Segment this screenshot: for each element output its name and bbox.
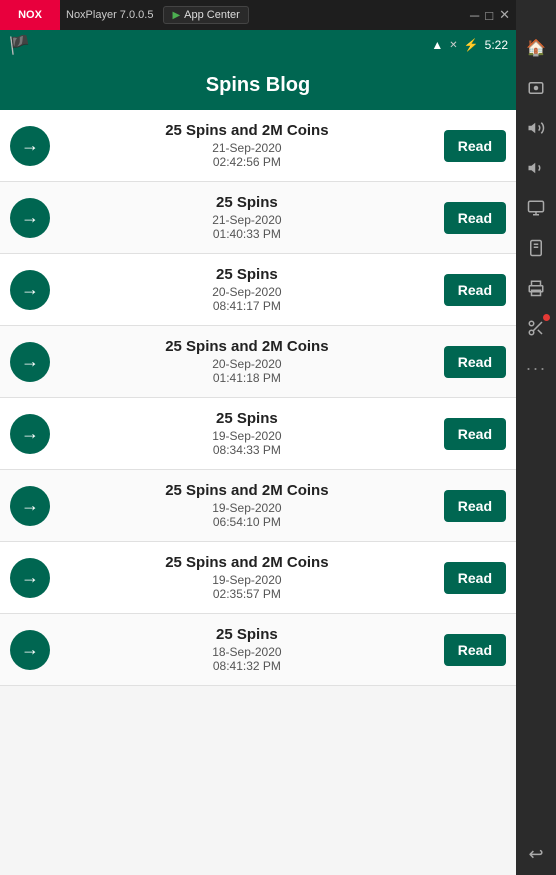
play-icon: ▶ (172, 10, 180, 21)
read-button[interactable]: Read (444, 418, 506, 450)
more-dots-icon[interactable]: ··· (518, 350, 554, 386)
blog-date: 19-Sep-2020 (60, 501, 434, 515)
blog-date: 20-Sep-2020 (60, 357, 434, 371)
data-icon: ✕ (449, 40, 457, 51)
minimize-button[interactable]: ─ (470, 8, 479, 23)
list-item: → 25 Spins 21-Sep-2020 01:40:33 PM Read (0, 182, 516, 254)
app-name: NoxPlayer 7.0.0.5 (66, 9, 153, 21)
home-icon[interactable]: 🏠 (518, 30, 554, 66)
list-item: → 25 Spins and 2M Coins 21-Sep-2020 02:4… (0, 110, 516, 182)
blog-title: 25 Spins (60, 194, 434, 211)
list-item: → 25 Spins and 2M Coins 19-Sep-2020 06:5… (0, 470, 516, 542)
blog-list: → 25 Spins and 2M Coins 21-Sep-2020 02:4… (0, 110, 516, 875)
blog-info: 25 Spins and 2M Coins 19-Sep-2020 06:54:… (60, 482, 434, 529)
list-item: → 25 Spins 20-Sep-2020 08:41:17 PM Read (0, 254, 516, 326)
read-button[interactable]: Read (444, 202, 506, 234)
emulator-status-bar: 🏴 ▲ ✕ ⚡ 5:22 (0, 30, 516, 60)
blog-title: 25 Spins and 2M Coins (60, 122, 434, 139)
list-item: → 25 Spins 18-Sep-2020 08:41:32 PM Read (0, 614, 516, 686)
battery-icon: ⚡ (464, 38, 479, 52)
blog-title: 25 Spins and 2M Coins (60, 554, 434, 571)
back-button[interactable]: ↩ (528, 844, 543, 865)
blog-date: 21-Sep-2020 (60, 213, 434, 227)
app-logo: 🏴 (8, 35, 30, 56)
appcenter-tab[interactable]: ▶ App Center (163, 6, 248, 24)
arrow-right-icon: → (21, 639, 39, 660)
read-button[interactable]: Read (444, 562, 506, 594)
blog-info: 25 Spins 18-Sep-2020 08:41:32 PM (60, 626, 434, 673)
volume-up-icon[interactable] (518, 110, 554, 146)
blog-date: 20-Sep-2020 (60, 285, 434, 299)
arrow-button[interactable]: → (10, 198, 50, 238)
apk-icon[interactable] (518, 230, 554, 266)
blog-info: 25 Spins 21-Sep-2020 01:40:33 PM (60, 194, 434, 241)
arrow-right-icon: → (21, 423, 39, 444)
close-button[interactable]: ✕ (499, 7, 510, 23)
read-button[interactable]: Read (444, 634, 506, 666)
arrow-button[interactable]: → (10, 342, 50, 382)
appcenter-label: App Center (184, 9, 240, 21)
blog-date: 19-Sep-2020 (60, 573, 434, 587)
blog-time: 01:41:18 PM (60, 371, 434, 385)
blog-info: 25 Spins and 2M Coins 20-Sep-2020 01:41:… (60, 338, 434, 385)
status-icons: ▲ ✕ ⚡ 5:22 (431, 38, 508, 52)
blog-info: 25 Spins 20-Sep-2020 08:41:17 PM (60, 266, 434, 313)
arrow-right-icon: → (21, 495, 39, 516)
blog-time: 08:41:17 PM (60, 299, 434, 313)
blog-time: 02:35:57 PM (60, 587, 434, 601)
list-item: → 25 Spins and 2M Coins 19-Sep-2020 02:3… (0, 542, 516, 614)
screenshot-icon[interactable] (518, 70, 554, 106)
blog-title: 25 Spins (60, 410, 434, 427)
blog-date: 21-Sep-2020 (60, 141, 434, 155)
arrow-right-icon: → (21, 207, 39, 228)
arrow-button[interactable]: → (10, 126, 50, 166)
read-button[interactable]: Read (444, 346, 506, 378)
blog-time: 08:34:33 PM (60, 443, 434, 457)
list-item: → 25 Spins 19-Sep-2020 08:34:33 PM Read (0, 398, 516, 470)
window-controls: ─ □ ✕ (470, 7, 516, 23)
blog-info: 25 Spins and 2M Coins 21-Sep-2020 02:42:… (60, 122, 434, 169)
blog-time: 01:40:33 PM (60, 227, 434, 241)
read-button[interactable]: Read (444, 490, 506, 522)
arrow-right-icon: → (21, 279, 39, 300)
screen-icon[interactable] (518, 190, 554, 226)
time-display: 5:22 (485, 38, 508, 52)
arrow-right-icon: → (21, 567, 39, 588)
blog-date: 18-Sep-2020 (60, 645, 434, 659)
blog-title: 25 Spins (60, 266, 434, 283)
arrow-button[interactable]: → (10, 270, 50, 310)
arrow-button[interactable]: → (10, 630, 50, 670)
maximize-button[interactable]: □ (485, 8, 493, 23)
arrow-right-icon: → (21, 135, 39, 156)
read-button[interactable]: Read (444, 130, 506, 162)
blog-time: 02:42:56 PM (60, 155, 434, 169)
blog-title: 25 Spins and 2M Coins (60, 482, 434, 499)
page-header: Spins Blog (0, 60, 516, 110)
scissors-icon[interactable] (518, 310, 554, 346)
blog-time: 06:54:10 PM (60, 515, 434, 529)
title-bar: NOX NoxPlayer 7.0.0.5 ▶ App Center ─ □ ✕ (0, 0, 516, 30)
arrow-right-icon: → (21, 351, 39, 372)
blog-time: 08:41:32 PM (60, 659, 434, 673)
blog-title: 25 Spins and 2M Coins (60, 338, 434, 355)
nox-logo: NOX (0, 0, 60, 30)
page-title: Spins Blog (206, 74, 310, 97)
blog-date: 19-Sep-2020 (60, 429, 434, 443)
blog-title: 25 Spins (60, 626, 434, 643)
read-button[interactable]: Read (444, 274, 506, 306)
wifi-icon: ▲ (431, 38, 443, 52)
arrow-button[interactable]: → (10, 558, 50, 598)
blog-info: 25 Spins and 2M Coins 19-Sep-2020 02:35:… (60, 554, 434, 601)
list-item: → 25 Spins and 2M Coins 20-Sep-2020 01:4… (0, 326, 516, 398)
print-icon[interactable] (518, 270, 554, 306)
arrow-button[interactable]: → (10, 486, 50, 526)
arrow-button[interactable]: → (10, 414, 50, 454)
right-sidebar: 🏠 ··· ↩ (516, 0, 556, 875)
volume-down-icon[interactable] (518, 150, 554, 186)
blog-info: 25 Spins 19-Sep-2020 08:34:33 PM (60, 410, 434, 457)
